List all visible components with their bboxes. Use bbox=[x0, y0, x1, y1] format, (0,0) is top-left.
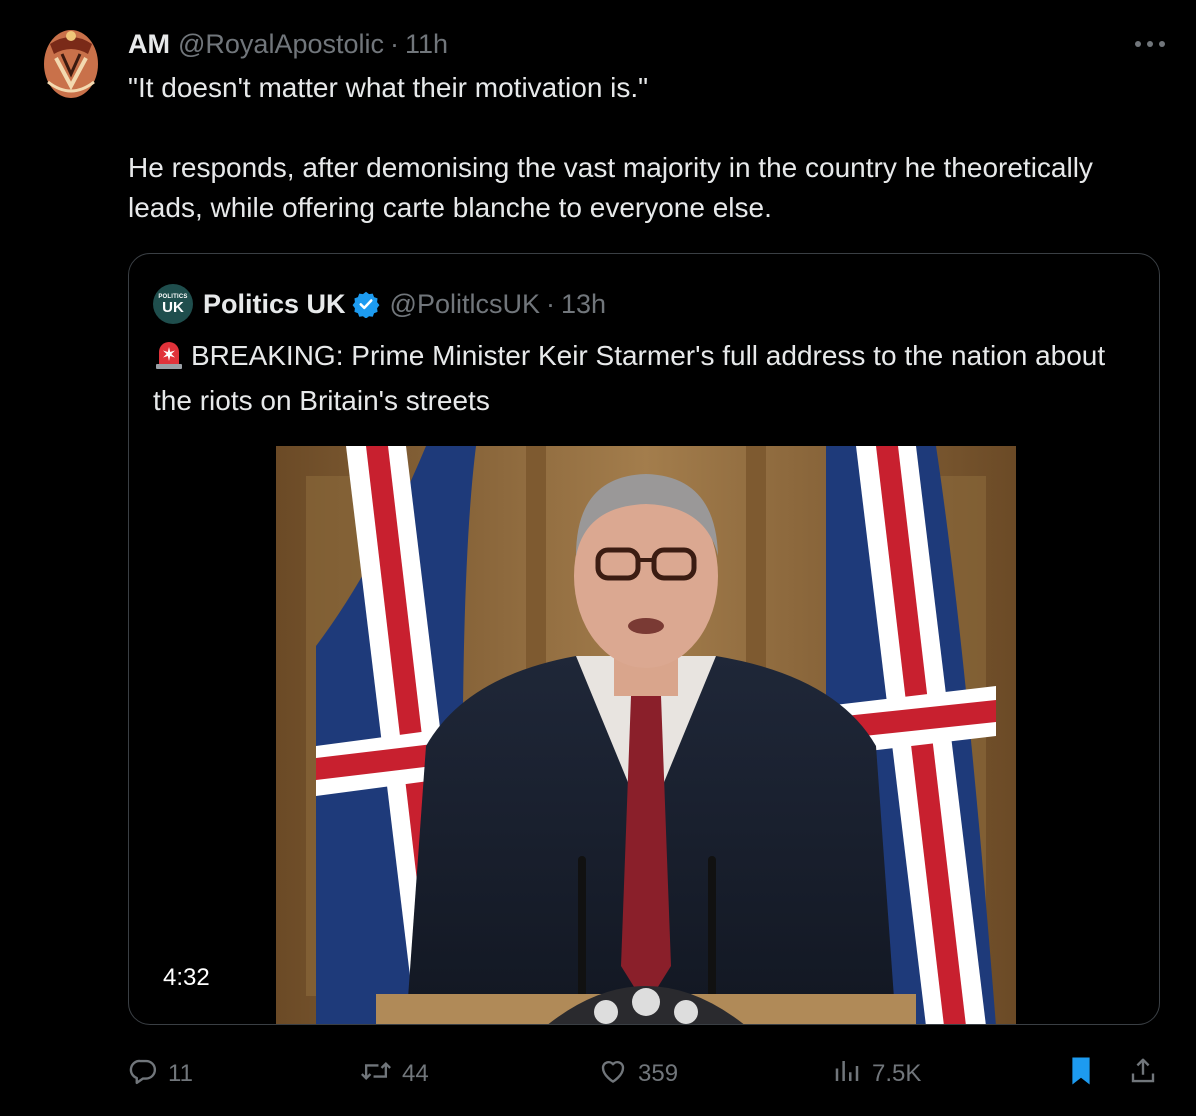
tweet-text-line-2: He responds, after demonising the vast m… bbox=[128, 152, 1093, 223]
quoted-author-name[interactable]: Politics UK bbox=[203, 289, 346, 320]
views-icon bbox=[832, 1056, 872, 1093]
author-handle[interactable]: @RoyalApostolic bbox=[178, 29, 384, 60]
retweet-button[interactable]: 44 bbox=[360, 1052, 429, 1096]
reply-button[interactable]: 11 bbox=[128, 1052, 193, 1096]
like-button[interactable]: 359 bbox=[598, 1052, 678, 1096]
quoted-tweet-header: POLITICS UK Politics UK @PolitlcsUK · 13… bbox=[153, 284, 606, 324]
author-name[interactable]: AM bbox=[128, 29, 170, 60]
tweet-action-bar: 11 44 359 7.5K bbox=[0, 1052, 1196, 1096]
reply-icon bbox=[128, 1056, 168, 1093]
tweet-text: "It doesn't matter what their motivation… bbox=[128, 68, 1108, 228]
retweet-icon bbox=[360, 1056, 402, 1093]
quoted-author-avatar[interactable]: POLITICS UK bbox=[153, 284, 193, 324]
separator-dot: · bbox=[390, 28, 399, 59]
like-count: 359 bbox=[638, 1060, 679, 1087]
tweet-text-line-1: "It doesn't matter what their motivation… bbox=[128, 72, 649, 103]
quoted-author-handle[interactable]: @PolitlcsUK bbox=[390, 289, 540, 320]
siren-icon bbox=[153, 338, 185, 381]
share-button[interactable] bbox=[1128, 1052, 1168, 1096]
video-duration: 4:32 bbox=[163, 964, 210, 991]
tweet-header: AM @RoyalApostolic · 11h bbox=[128, 26, 448, 62]
quoted-tweet[interactable]: POLITICS UK Politics UK @PolitlcsUK · 13… bbox=[128, 253, 1160, 1025]
quoted-tweet-time[interactable]: 13h bbox=[561, 289, 606, 320]
bookmark-button[interactable] bbox=[1066, 1052, 1106, 1096]
avatar-logo-big-text: UK bbox=[162, 298, 184, 316]
tweet-time[interactable]: 11h bbox=[405, 29, 448, 60]
reply-count: 11 bbox=[168, 1060, 193, 1087]
like-icon bbox=[598, 1056, 638, 1093]
author-avatar[interactable] bbox=[42, 24, 100, 100]
video-thumbnail[interactable] bbox=[276, 446, 1016, 1024]
views-count: 7.5K bbox=[872, 1060, 922, 1087]
more-icon[interactable] bbox=[1132, 30, 1168, 58]
verified-badge-icon bbox=[352, 290, 380, 318]
separator-dot: · bbox=[545, 288, 555, 319]
views-button[interactable]: 7.5K bbox=[832, 1052, 921, 1096]
bookmark-icon bbox=[1066, 1055, 1106, 1094]
retweet-count: 44 bbox=[402, 1060, 429, 1087]
share-icon bbox=[1128, 1056, 1168, 1093]
quoted-tweet-text: BREAKING: Prime Minister Keir Starmer's … bbox=[153, 336, 1143, 421]
quoted-tweet-body: BREAKING: Prime Minister Keir Starmer's … bbox=[153, 340, 1106, 416]
